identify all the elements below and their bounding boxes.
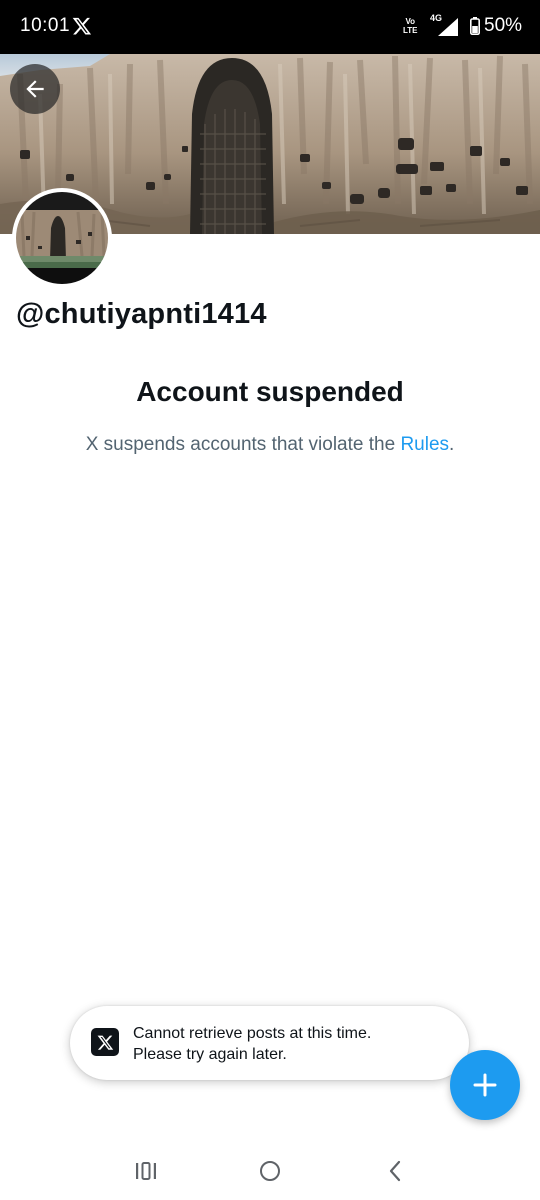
back-button[interactable]	[10, 64, 60, 114]
volte-indicator: Vo LTE	[403, 17, 418, 35]
back-icon	[389, 1160, 401, 1182]
volte-line1: Vo	[405, 17, 416, 26]
battery-icon	[470, 17, 480, 35]
recent-apps-button[interactable]	[131, 1156, 161, 1186]
home-button[interactable]	[255, 1156, 285, 1186]
signal-icon	[438, 18, 458, 36]
status-bar: 10:01 Vo LTE 4G 50%	[0, 0, 540, 54]
description-text: X suspends accounts that violate the	[85, 434, 401, 455]
volte-line2: LTE	[403, 26, 418, 35]
suspended-title: Account suspended	[136, 376, 404, 407]
compose-button[interactable]	[450, 1050, 520, 1120]
toast-line2: Please try again later.	[133, 1046, 287, 1063]
system-nav-bar	[0, 1140, 540, 1200]
plus-icon	[473, 1073, 497, 1097]
error-toast: Cannot retrieve posts at this time. Plea…	[70, 1006, 469, 1080]
system-back-button[interactable]	[380, 1156, 410, 1186]
avatar[interactable]	[12, 188, 112, 288]
x-logo-icon	[72, 17, 92, 35]
description-period: .	[449, 434, 455, 455]
battery-percent: 50%	[484, 15, 523, 36]
profile-handle: @chutiyapnti1414	[16, 298, 267, 330]
home-icon	[260, 1161, 280, 1181]
rules-link[interactable]: Rules	[400, 434, 449, 455]
toast-line1: Cannot retrieve posts at this time.	[133, 1025, 372, 1042]
profile-screen: 10:01 Vo LTE 4G 50% @chutiyapnti1414 Acc…	[0, 0, 540, 1200]
status-time: 10:01	[20, 15, 71, 36]
recent-apps-icon	[136, 1162, 156, 1180]
arrow-left-icon	[26, 80, 44, 98]
toast-message: Cannot retrieve posts at this time. Plea…	[133, 1023, 371, 1065]
x-logo-icon	[91, 1028, 119, 1056]
suspended-description: X suspends accounts that violate the Rul…	[0, 434, 540, 456]
